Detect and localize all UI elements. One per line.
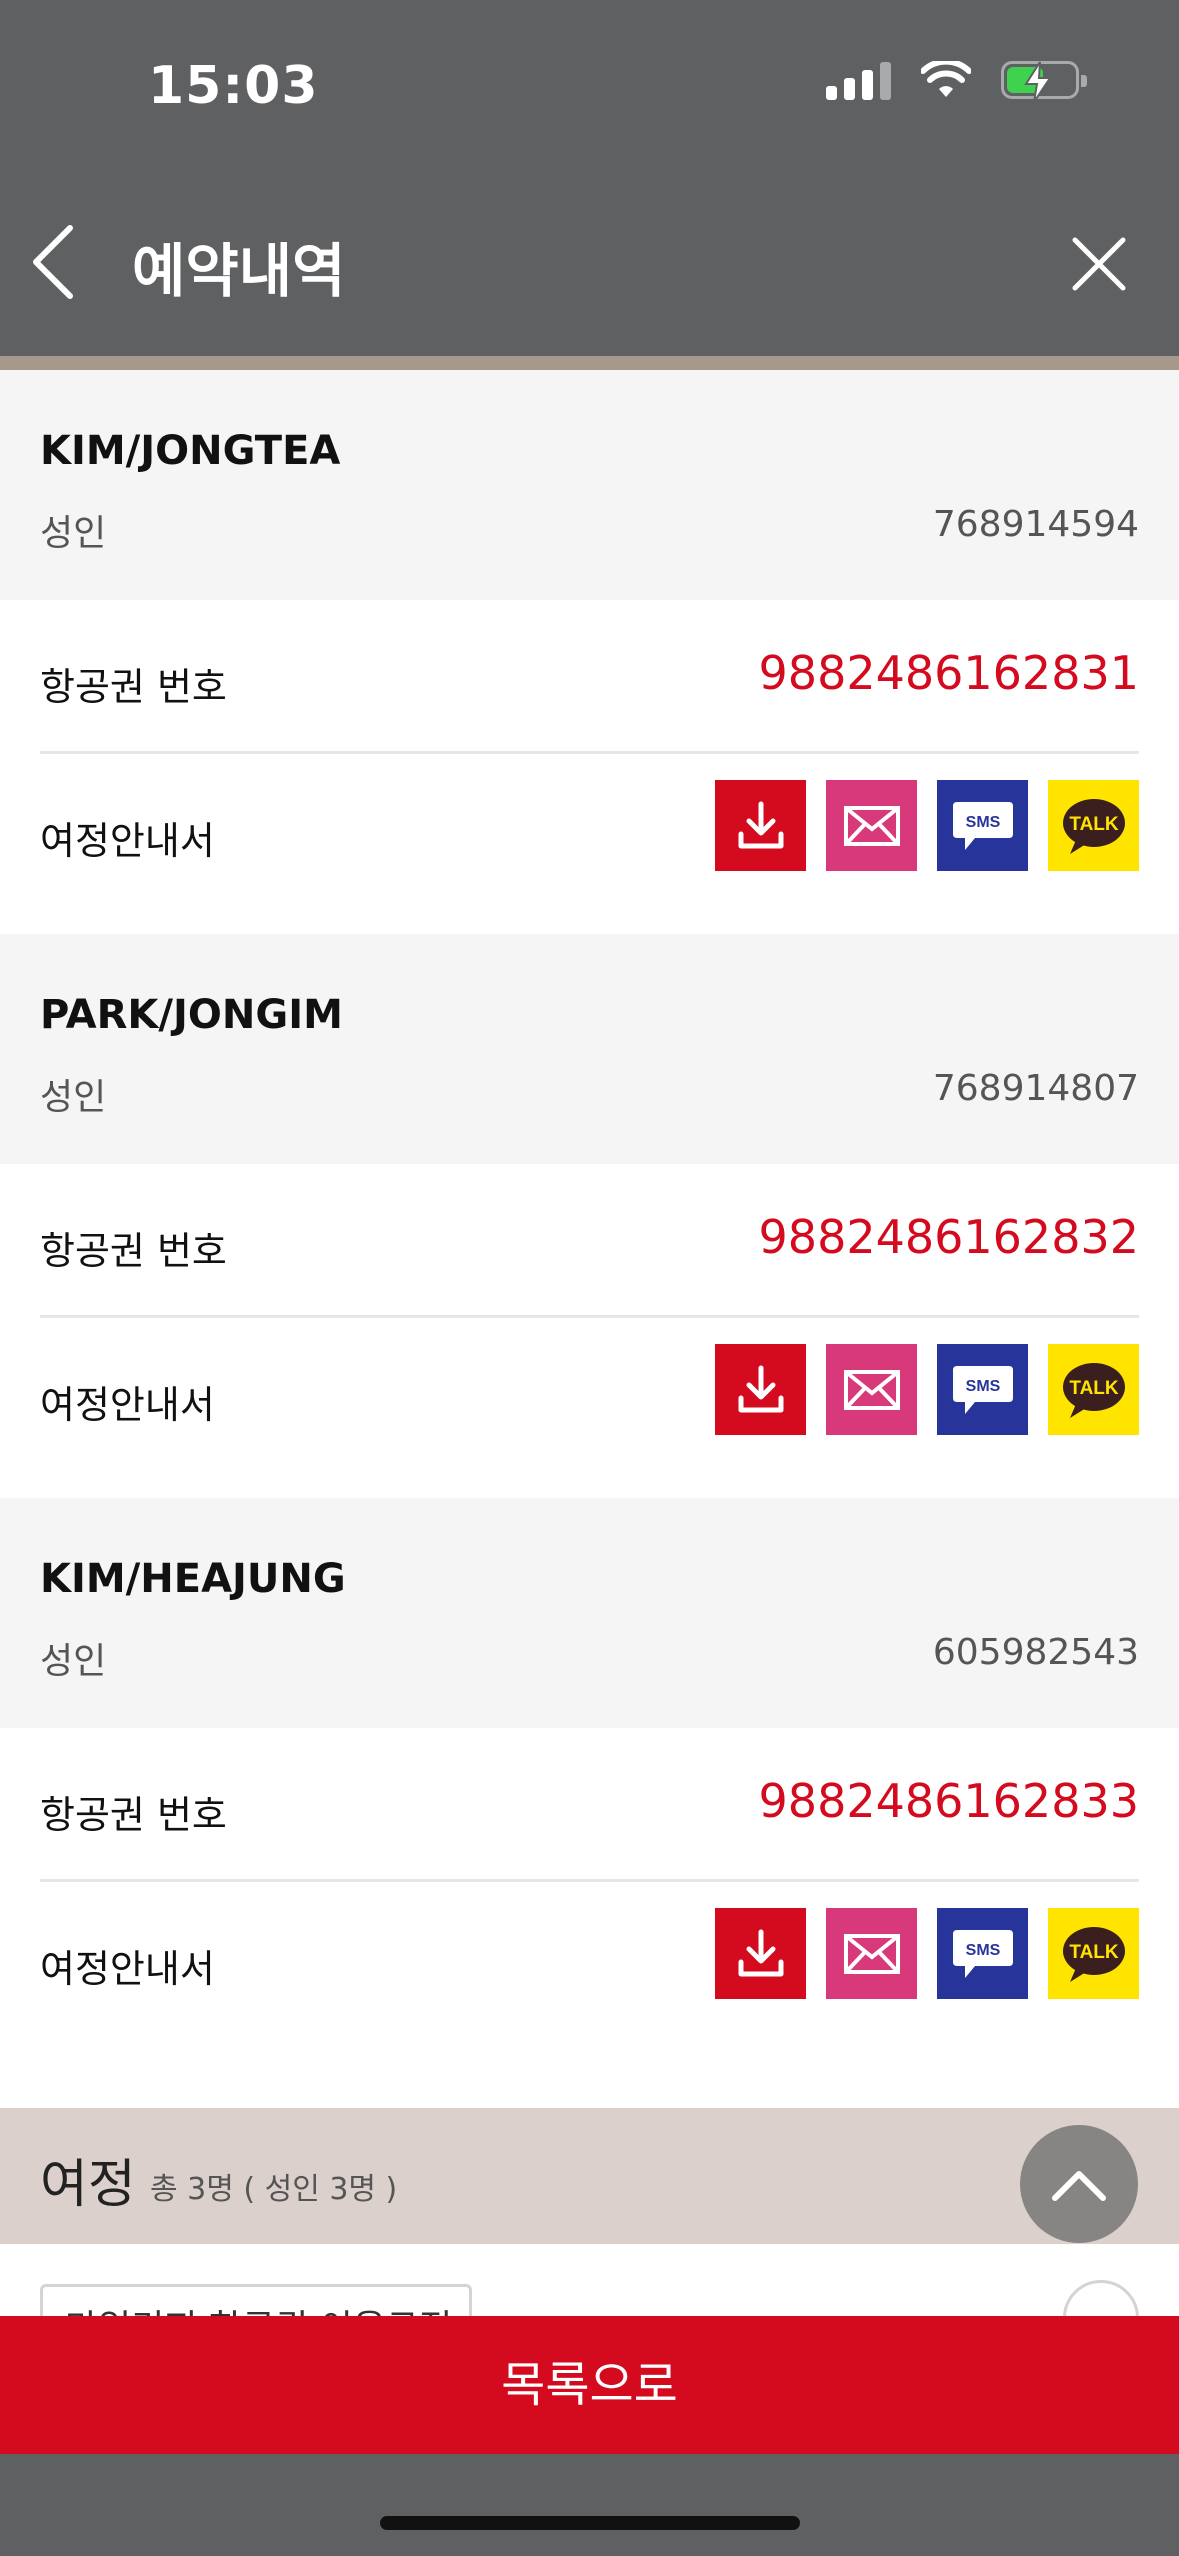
email-button[interactable]	[826, 1908, 917, 1999]
sms-button[interactable]: SMS	[937, 780, 1028, 871]
mail-icon	[843, 805, 900, 846]
ticket-number-value: 9882486162831	[758, 646, 1139, 700]
back-to-list-button[interactable]: 목록으로	[0, 2316, 1179, 2454]
ticket-number-label: 항공권 번호	[40, 1793, 227, 1837]
svg-text:SMS: SMS	[965, 1942, 1000, 1959]
kakaotalk-button[interactable]: TALK	[1048, 780, 1139, 871]
email-button[interactable]	[826, 780, 917, 871]
battery-charging-icon	[1001, 61, 1087, 103]
itinerary-doc-row: 여정안내서 SMS TALK	[0, 1882, 1179, 2064]
passenger-id: 768914594	[932, 504, 1139, 545]
ticket-number-value: 9882486162833	[758, 1774, 1139, 1828]
itinerary-doc-label: 여정안내서	[40, 819, 215, 863]
itinerary-doc-label: 여정안내서	[40, 1947, 215, 1991]
ticket-number-label: 항공권 번호	[40, 1229, 227, 1273]
ticket-number-label: 항공권 번호	[40, 665, 227, 709]
wifi-icon	[921, 61, 971, 97]
download-icon	[738, 801, 783, 848]
chevron-up-icon	[1052, 2171, 1106, 2201]
itinerary-title: 여정	[40, 2155, 136, 2215]
mail-icon	[843, 1933, 900, 1974]
download-icon	[738, 1929, 783, 1976]
download-icon	[738, 1365, 783, 1412]
share-options: SMS TALK	[715, 1344, 1139, 1435]
home-indicator-area	[0, 2454, 1179, 2556]
share-options: SMS TALK	[715, 780, 1139, 871]
close-button[interactable]	[1071, 236, 1127, 292]
svg-text:TALK: TALK	[1069, 814, 1119, 835]
top-bar: 15:03 예약내역	[0, 0, 1179, 356]
passenger-header: PARK/JONGIM 성인 768914807	[0, 934, 1179, 1164]
header-divider	[0, 356, 1179, 370]
sms-icon: SMS	[952, 801, 1013, 850]
passenger-card: KIM/JONGTEA 성인 768914594 항공권 번호 98824861…	[0, 370, 1179, 936]
itinerary-doc-label: 여정안내서	[40, 1383, 215, 1427]
share-options: SMS TALK	[715, 1908, 1139, 1999]
cellular-signal-icon	[826, 60, 891, 100]
ticket-number-value: 9882486162832	[758, 1210, 1139, 1264]
passenger-type: 성인	[40, 513, 107, 554]
passenger-type: 성인	[40, 1641, 107, 1682]
kakaotalk-icon: TALK	[1062, 1926, 1125, 1982]
status-time: 15:03	[148, 56, 319, 116]
email-button[interactable]	[826, 1344, 917, 1435]
sms-icon: SMS	[952, 1365, 1013, 1414]
scroll-to-top-button[interactable]	[1020, 2125, 1138, 2243]
ticket-number-row: 항공권 번호 9882486162832	[0, 1164, 1179, 1318]
download-button[interactable]	[715, 1344, 806, 1435]
svg-text:TALK: TALK	[1069, 1378, 1119, 1399]
ticket-number-row: 항공권 번호 9882486162831	[0, 600, 1179, 754]
sms-button[interactable]: SMS	[937, 1908, 1028, 1999]
passenger-header: KIM/JONGTEA 성인 768914594	[0, 370, 1179, 600]
svg-text:SMS: SMS	[965, 1378, 1000, 1395]
passenger-header: KIM/HEAJUNG 성인 605982543	[0, 1498, 1179, 1728]
kakaotalk-button[interactable]: TALK	[1048, 1344, 1139, 1435]
back-button[interactable]	[28, 222, 78, 302]
chevron-left-icon	[33, 225, 73, 299]
ticket-number-row: 항공권 번호 9882486162833	[0, 1728, 1179, 1882]
passenger-name: KIM/HEAJUNG	[40, 1556, 346, 1602]
itinerary-doc-row: 여정안내서 SMS TALK	[0, 1318, 1179, 1500]
passenger-name: PARK/JONGIM	[40, 992, 343, 1038]
itinerary-section-header[interactable]: 여정 총 3명 ( 성인 3명 )	[0, 2108, 1179, 2244]
download-button[interactable]	[715, 780, 806, 871]
passenger-name: KIM/JONGTEA	[40, 428, 341, 474]
passenger-card: PARK/JONGIM 성인 768914807 항공권 번호 98824861…	[0, 934, 1179, 1500]
passenger-id: 605982543	[932, 1632, 1139, 1673]
download-button[interactable]	[715, 1908, 806, 1999]
status-icons	[826, 60, 1087, 103]
itinerary-passenger-count: 총 3명 ( 성인 3명 )	[150, 2172, 398, 2207]
passenger-id: 768914807	[932, 1068, 1139, 1109]
svg-text:TALK: TALK	[1069, 1942, 1119, 1963]
passenger-type: 성인	[40, 1077, 107, 1118]
sms-icon: SMS	[952, 1929, 1013, 1978]
home-indicator[interactable]	[380, 2516, 800, 2530]
page-title: 예약내역	[132, 237, 346, 305]
svg-text:SMS: SMS	[965, 814, 1000, 831]
kakaotalk-icon: TALK	[1062, 1362, 1125, 1418]
itinerary-doc-row: 여정안내서 SMS TALK	[0, 754, 1179, 936]
close-icon	[1072, 237, 1126, 291]
kakaotalk-icon: TALK	[1062, 798, 1125, 854]
sms-button[interactable]: SMS	[937, 1344, 1028, 1435]
kakaotalk-button[interactable]: TALK	[1048, 1908, 1139, 1999]
passenger-card: KIM/HEAJUNG 성인 605982543 항공권 번호 98824861…	[0, 1498, 1179, 2064]
mail-icon	[843, 1369, 900, 1410]
